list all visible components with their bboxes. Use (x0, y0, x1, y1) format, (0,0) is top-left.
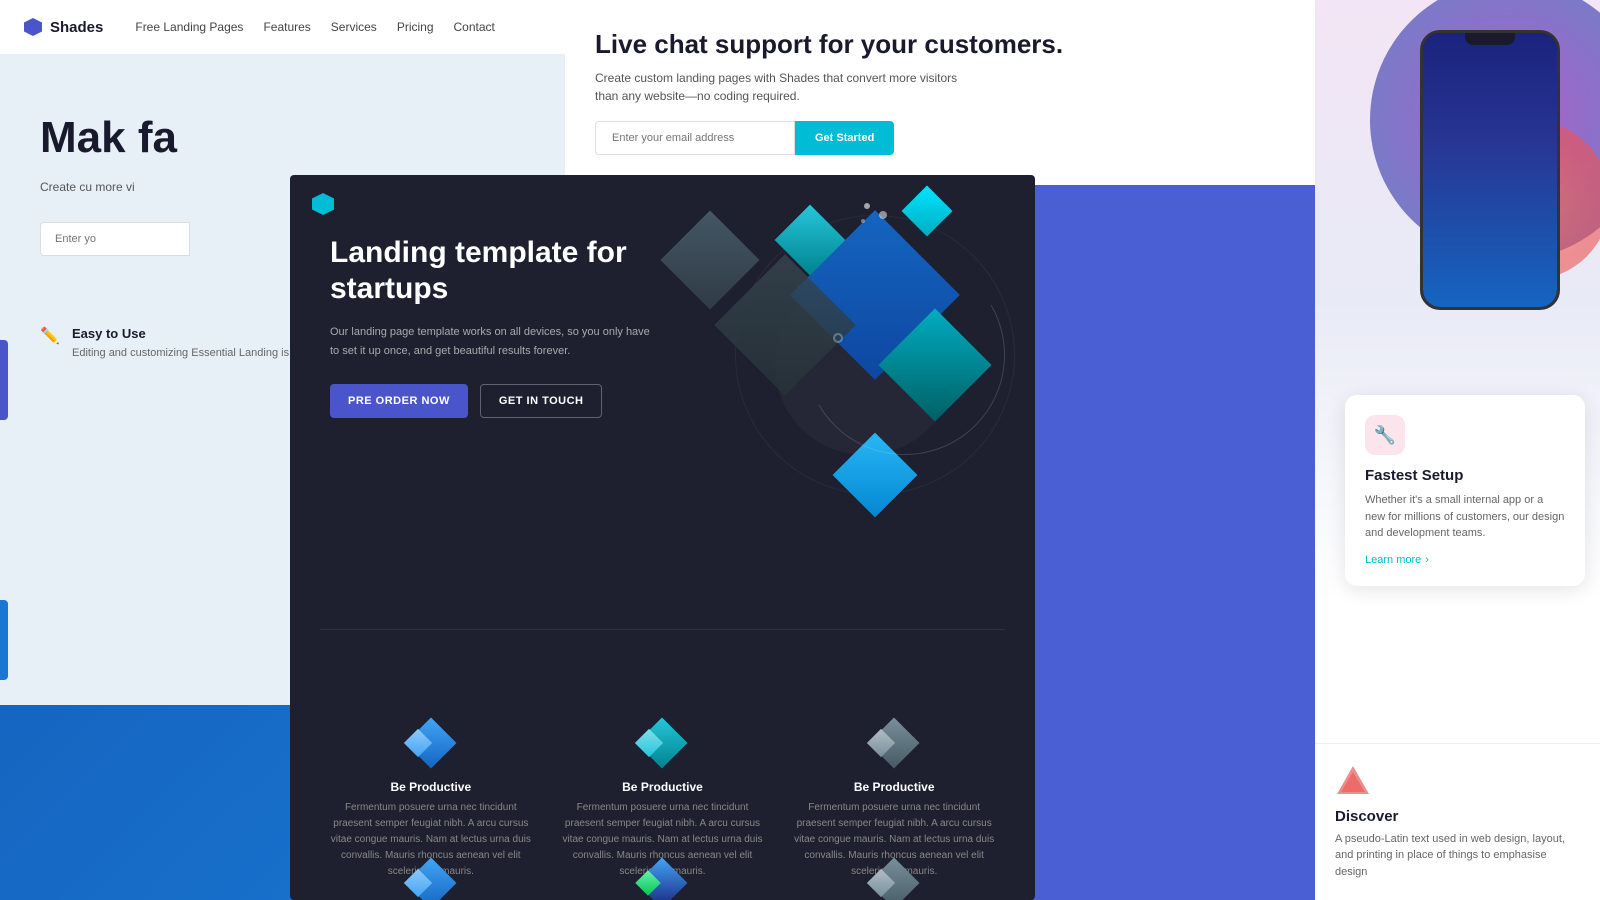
left-side-accent (0, 340, 8, 420)
fastest-setup-title: Fastest Setup (1365, 467, 1565, 484)
feature-icon-blue-2 (404, 856, 458, 900)
dot-white3 (861, 219, 865, 223)
wrench-icon: 🔧 (1365, 415, 1405, 455)
get-in-touch-button[interactable]: GET IN TOUCH (480, 384, 603, 418)
features-divider (320, 629, 1005, 630)
chevron-right-icon: › (1425, 554, 1429, 566)
top-email-input[interactable] (595, 121, 795, 155)
feature-icon-blue (404, 716, 458, 770)
discover-desc: A pseudo-Latin text used in web design, … (1335, 831, 1580, 881)
center-dot (833, 333, 843, 343)
phone-notch (1465, 33, 1515, 45)
top-center-panel: Live chat support for your customers. Cr… (565, 0, 1315, 185)
get-started-button[interactable]: Get Started (795, 121, 894, 155)
shapes-container (615, 175, 1035, 535)
nav-pricing[interactable]: Pricing (397, 20, 434, 34)
preorder-button[interactable]: PRE ORDER NOW (330, 384, 468, 418)
dot-white1 (864, 203, 870, 209)
dark-hero-section: Landing template for startups Our landin… (330, 235, 650, 418)
pencil-icon: ✏️ (40, 326, 60, 346)
feature-title-1: Be Productive (330, 780, 532, 794)
left-side-accent2 (0, 600, 8, 680)
left-nav: Free Landing Pages Features Services Pri… (135, 20, 495, 34)
dark-btn-row: PRE ORDER NOW GET IN TOUCH (330, 384, 650, 418)
shades-logo-text: Shades (50, 19, 103, 36)
dark-logo-icon (312, 193, 334, 215)
top-center-subtitle: Create custom landing pages with Shades … (595, 69, 975, 105)
top-email-row: Get Started (595, 121, 1285, 155)
top-center-title: Live chat support for your customers. (595, 30, 1285, 59)
main-dark-panel: Landing template for startups Our landin… (290, 175, 1035, 900)
feature-icon-green (635, 856, 689, 900)
nav-contact[interactable]: Contact (454, 20, 495, 34)
discover-icon (1335, 764, 1371, 800)
feature-item-bottom-2 (552, 846, 774, 900)
feature-item-bottom-3 (783, 846, 1005, 900)
nav-services[interactable]: Services (331, 20, 377, 34)
left-hero-sub: Create cu more vi (40, 178, 280, 197)
dark-hero-desc: Our landing page template works on all d… (330, 323, 650, 360)
feature-item-bottom-1 (320, 846, 542, 900)
left-email-input[interactable] (40, 222, 190, 256)
left-hero-title: Mak fa (40, 114, 525, 162)
phone-screen (1423, 33, 1557, 307)
fastest-setup-desc: Whether it's a small internal app or a n… (1365, 492, 1565, 542)
features-row-bottom (290, 846, 1035, 900)
discover-card: Discover A pseudo-Latin text used in web… (1315, 743, 1600, 900)
fastest-setup-card: 🔧 Fastest Setup Whether it's a small int… (1345, 395, 1585, 586)
shades-logo: Shades (24, 18, 103, 36)
left-header: Shades Free Landing Pages Features Servi… (0, 0, 565, 54)
shades-logo-icon (24, 18, 42, 36)
feature-title-2: Be Productive (562, 780, 764, 794)
nav-features[interactable]: Features (263, 20, 310, 34)
feature-icon-gray-2 (867, 856, 921, 900)
feature-icon-teal (635, 716, 689, 770)
dot-white2 (879, 211, 887, 219)
discover-title: Discover (1335, 808, 1580, 825)
right-panel: 🔧 Fastest Setup Whether it's a small int… (1315, 0, 1600, 900)
feature-title-3: Be Productive (793, 780, 995, 794)
feature-icon-gray (867, 716, 921, 770)
nav-free-landing[interactable]: Free Landing Pages (135, 20, 243, 34)
dark-hero-title: Landing template for startups (330, 235, 650, 307)
learn-more-link[interactable]: Learn more › (1365, 554, 1565, 566)
phone-mockup (1420, 30, 1560, 310)
